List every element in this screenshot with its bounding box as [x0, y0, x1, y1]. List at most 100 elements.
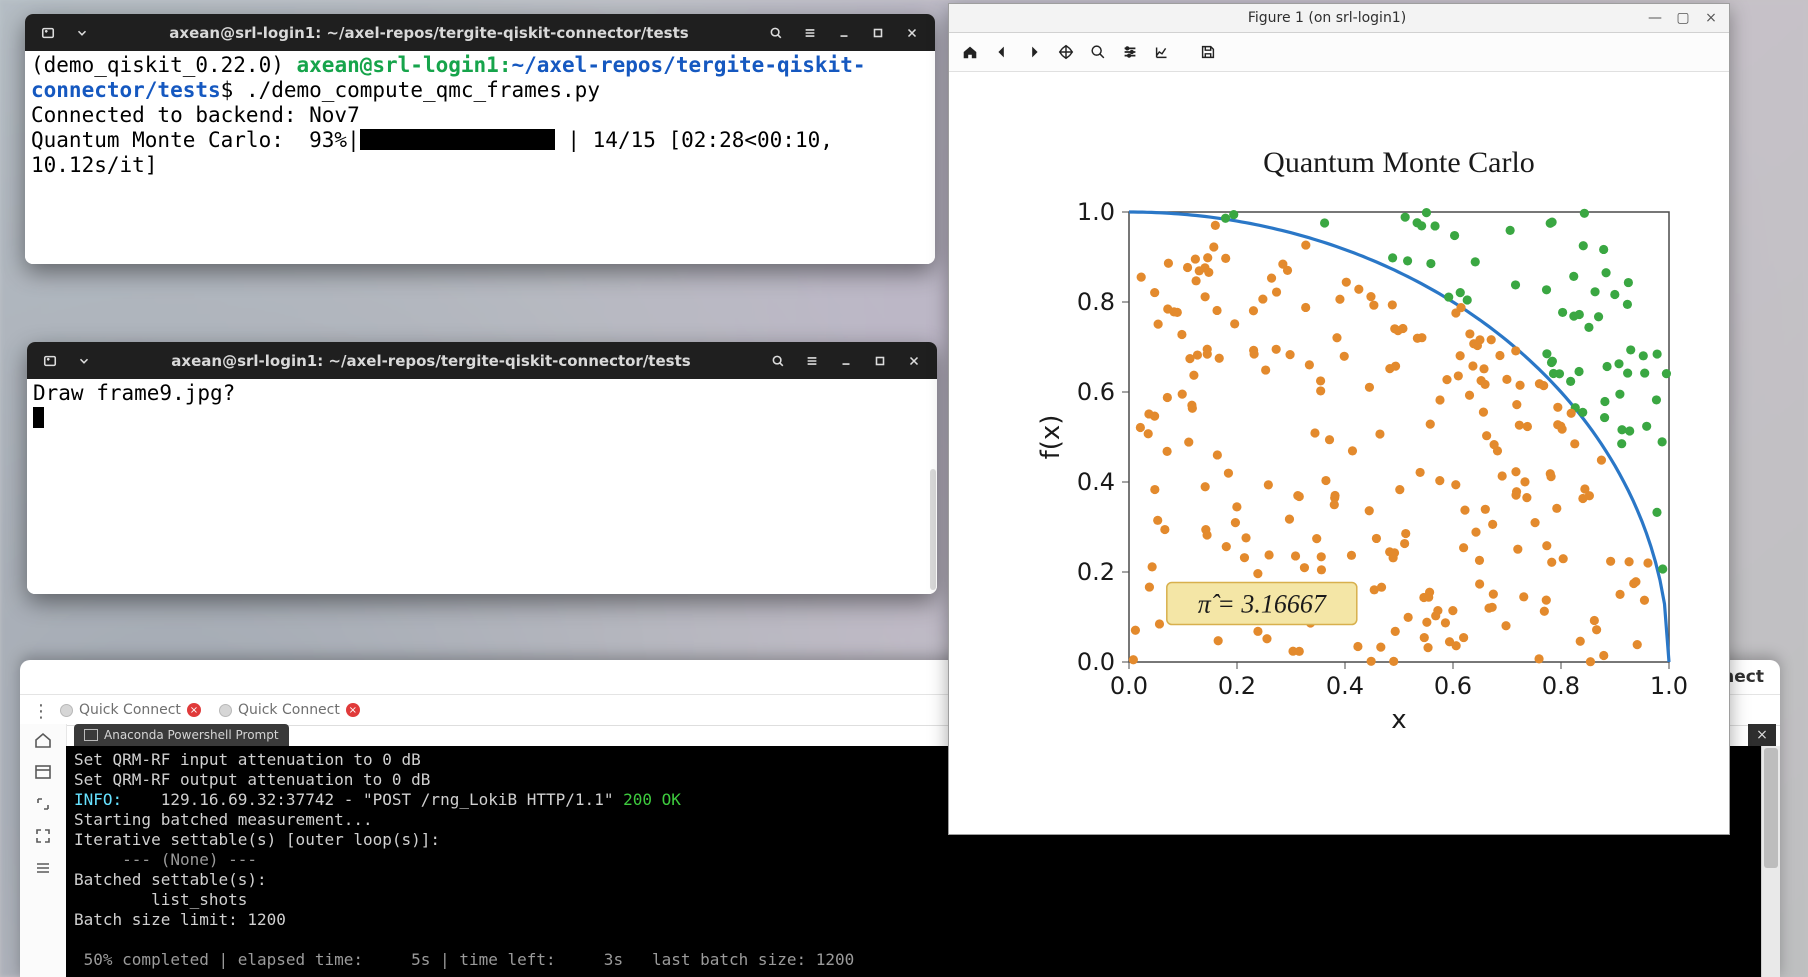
- svg-text:x: x: [1391, 705, 1406, 735]
- svg-text:f(x): f(x): [1036, 415, 1066, 460]
- maximize-button[interactable]: [863, 20, 893, 46]
- ps-tab-icon: [84, 729, 98, 741]
- svg-text:π̂ = 3.16667: π̂ = 3.16667: [1198, 590, 1327, 619]
- figure-window-title: Figure 1 (on srl-login1): [1013, 10, 1641, 26]
- search-icon[interactable]: [761, 20, 791, 46]
- ps-line: 50% completed | elapsed time: 5s | time …: [74, 950, 854, 969]
- fullscreen-icon[interactable]: [33, 826, 53, 846]
- lines-icon[interactable]: [33, 858, 53, 878]
- svg-text:Quantum Monte Carlo: Quantum Monte Carlo: [1263, 146, 1535, 179]
- tabs-dropdown-button[interactable]: [69, 348, 99, 374]
- progress-label: Quantum Monte Carlo: 93%|: [31, 128, 360, 152]
- tab-quick-connect-2[interactable]: Quick Connect ×: [219, 702, 360, 718]
- chart-svg: Quantum Monte Carlo 0.0 0.2 0.4 0.6 0.8 1.0 0.0…: [949, 72, 1729, 838]
- output-backend: Connected to backend: Nov7: [31, 103, 360, 127]
- ps-line: Set QRM-RF input attenuation to 0 dB: [74, 750, 421, 769]
- maximize-button[interactable]: [865, 348, 895, 374]
- figure-titlebar[interactable]: Figure 1 (on srl-login1) — ▢ ×: [949, 4, 1729, 33]
- terminal-1-body[interactable]: (demo_qiskit_0.22.0) axean@srl-login1:~/…: [25, 51, 935, 264]
- ps-line: Iterative settable(s) [outer loop(s)]:: [74, 830, 440, 849]
- newtab-button[interactable]: [35, 348, 65, 374]
- ps-line: --- (None) ---: [74, 850, 257, 869]
- terminal-2-title: axean@srl-login1: ~/axel-repos/tergite-q…: [101, 352, 761, 370]
- command-text: ./demo_compute_qmc_frames.py: [246, 78, 600, 102]
- ps-status: 200 OK: [613, 790, 680, 809]
- terminal-window-2: axean@srl-login1: ~/axel-repos/tergite-q…: [27, 342, 937, 594]
- terminal-1-title: axean@srl-login1: ~/axel-repos/tergite-q…: [99, 24, 759, 42]
- svg-text:1.0: 1.0: [1650, 672, 1688, 700]
- newtab-button[interactable]: [33, 20, 63, 46]
- scrollbar-thumb[interactable]: [1764, 748, 1778, 868]
- home-icon[interactable]: [33, 730, 53, 750]
- tab-status-icon: [219, 704, 232, 717]
- hamburger-menu-icon[interactable]: [795, 20, 825, 46]
- figure-canvas[interactable]: Quantum Monte Carlo 0.0 0.2 0.4 0.6 0.8 1.0 0.0…: [949, 72, 1729, 834]
- home-icon[interactable]: [957, 39, 983, 65]
- search-icon[interactable]: [763, 348, 793, 374]
- ps-close-button[interactable]: ×: [1748, 724, 1776, 746]
- ps-line: Set QRM-RF output attenuation to 0 dB: [74, 770, 430, 789]
- tab-close-icon[interactable]: ×: [346, 703, 360, 717]
- svg-text:0.6: 0.6: [1077, 378, 1115, 406]
- prompt-colon: :: [499, 53, 512, 77]
- tab-close-icon[interactable]: ×: [187, 703, 201, 717]
- tab-label: Quick Connect: [238, 702, 340, 718]
- svg-text:0.0: 0.0: [1077, 648, 1115, 676]
- subplots-config-icon[interactable]: [1117, 39, 1143, 65]
- prompt-env: (demo_qiskit_0.22.0): [31, 53, 297, 77]
- svg-text:0.2: 0.2: [1218, 672, 1256, 700]
- close-button[interactable]: [899, 348, 929, 374]
- ps-line: Starting batched measurement...: [74, 810, 373, 829]
- svg-text:0.4: 0.4: [1077, 468, 1115, 496]
- pan-icon[interactable]: [1053, 39, 1079, 65]
- tab-status-icon: [60, 704, 73, 717]
- axes-edit-icon[interactable]: [1149, 39, 1175, 65]
- editor-scrollbar[interactable]: [1761, 746, 1780, 977]
- svg-text:0.8: 0.8: [1077, 288, 1115, 316]
- tabs-dropdown-button[interactable]: [67, 20, 97, 46]
- prompt-question: Draw frame9.jpg?: [33, 381, 235, 405]
- zoom-icon[interactable]: [1085, 39, 1111, 65]
- close-button[interactable]: ×: [1697, 7, 1725, 29]
- prompt-suffix: $: [221, 78, 246, 102]
- close-button[interactable]: [897, 20, 927, 46]
- back-icon[interactable]: [989, 39, 1015, 65]
- terminal-window-1: axean@srl-login1: ~/axel-repos/tergite-q…: [25, 14, 935, 264]
- progress-bar: [360, 129, 555, 150]
- kebab-menu-icon[interactable]: ⋮: [32, 701, 50, 722]
- tab-quick-connect-1[interactable]: Quick Connect ×: [60, 702, 201, 718]
- hamburger-menu-icon[interactable]: [797, 348, 827, 374]
- ps-line: Batched settable(s):: [74, 870, 267, 889]
- maximize-button[interactable]: ▢: [1669, 7, 1697, 29]
- ps-info-tag: INFO:: [74, 790, 122, 809]
- minimize-button[interactable]: [829, 20, 859, 46]
- tab-label: Quick Connect: [79, 702, 181, 718]
- terminal-2-titlebar[interactable]: axean@srl-login1: ~/axel-repos/tergite-q…: [27, 342, 937, 379]
- ps-line: 129.16.69.32:37742 -: [122, 790, 363, 809]
- svg-text:0.8: 0.8: [1542, 672, 1580, 700]
- ps-line: list_shots: [74, 890, 247, 909]
- svg-text:1.0: 1.0: [1077, 198, 1115, 226]
- save-icon[interactable]: [1195, 39, 1221, 65]
- cursor-block: [33, 407, 44, 428]
- forward-icon[interactable]: [1021, 39, 1047, 65]
- minimize-button[interactable]: —: [1641, 7, 1669, 29]
- powershell-tab[interactable]: Anaconda Powershell Prompt: [74, 724, 289, 746]
- figure-toolbar: [949, 33, 1729, 72]
- svg-text:0.4: 0.4: [1326, 672, 1364, 700]
- panel-icon[interactable]: [33, 762, 53, 782]
- svg-text:0.0: 0.0: [1110, 672, 1148, 700]
- terminal-2-body[interactable]: Draw frame9.jpg?: [27, 379, 937, 594]
- svg-text:0.2: 0.2: [1077, 558, 1115, 586]
- figure-window: Figure 1 (on srl-login1) — ▢ × Quantum M…: [948, 3, 1730, 835]
- resize-icon[interactable]: [33, 794, 53, 814]
- prompt-userhost: axean@srl-login1: [297, 53, 499, 77]
- minimize-button[interactable]: [831, 348, 861, 374]
- svg-text:0.6: 0.6: [1434, 672, 1472, 700]
- editor-left-rail: [20, 724, 67, 977]
- ps-line: Batch size limit: 1200: [74, 910, 286, 929]
- terminal-scrollbar[interactable]: [930, 469, 936, 590]
- ps-tab-label: Anaconda Powershell Prompt: [104, 728, 279, 742]
- terminal-1-titlebar[interactable]: axean@srl-login1: ~/axel-repos/tergite-q…: [25, 14, 935, 51]
- ps-line: "POST /rng_LokiB HTTP/1.1": [363, 790, 613, 809]
